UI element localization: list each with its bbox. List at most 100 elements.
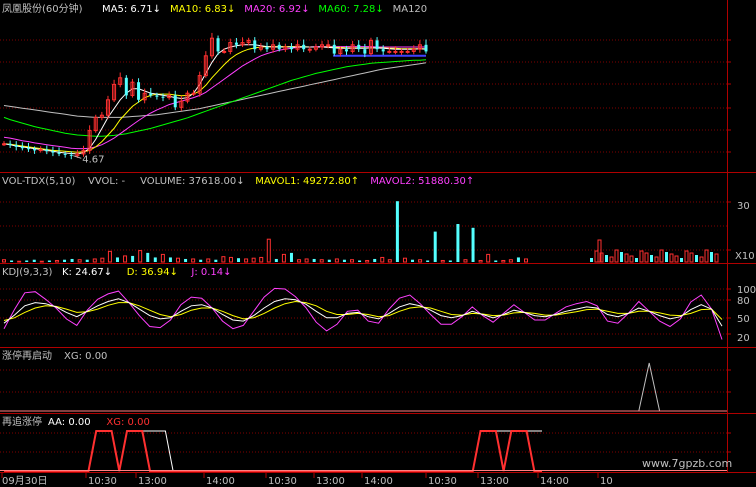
candle-body-up	[38, 149, 43, 152]
volume-bar-down	[131, 255, 135, 262]
x-axis-label: 13:00	[480, 476, 509, 487]
indicator-xg: XG: 0.00	[64, 351, 107, 362]
volume-bar-down	[146, 252, 150, 262]
volume-bar-down	[327, 259, 331, 262]
volume-bar-down	[274, 258, 278, 262]
candle-body-down	[161, 96, 165, 98]
candle-body-down	[234, 42, 238, 45]
candle-body-down	[375, 40, 379, 50]
volume-bar-down	[32, 259, 36, 262]
candle-body-up	[393, 50, 398, 53]
volume-bar-down	[373, 258, 377, 262]
indicator-ma5: MA5: 6.71↓	[102, 4, 161, 15]
indicator-volume: VOLUME: 37618.00↓	[140, 176, 245, 187]
volume-bar-down	[433, 231, 437, 262]
indicator-vvol: VVOL: -	[88, 176, 125, 187]
volume-bar-down	[426, 260, 430, 262]
volume-bar-down	[516, 257, 520, 262]
candle-body-down	[363, 49, 367, 54]
candle-body-down	[57, 152, 61, 154]
volume-panel-title: VOL-TDX(5,10)	[2, 176, 75, 187]
volume-bar-down	[237, 258, 241, 262]
volume-bar-down	[70, 258, 74, 262]
aa-panel-title: 再追涨停	[2, 415, 42, 428]
x-axis-label: 14:00	[540, 476, 569, 487]
candle-body-up	[326, 44, 331, 47]
indicator-ma20: MA20: 6.92↓	[244, 4, 309, 15]
x-axis-label: 14:00	[364, 476, 393, 487]
volume-bar-down	[448, 260, 452, 262]
volume-bar-down	[620, 252, 623, 262]
volume-bar-down	[289, 252, 293, 262]
kdj-tick-label: 20	[737, 333, 750, 344]
volume-bar-up	[39, 260, 44, 263]
volume-tick-label: X10	[735, 251, 755, 262]
candle-body-down	[33, 149, 37, 151]
volume-bar-down	[115, 257, 119, 262]
indicator-mavol1: MAVOL1: 49272.80↑	[255, 176, 359, 187]
volume-bar-down	[395, 201, 399, 262]
volume-bar-down	[184, 258, 188, 262]
candle-body-down	[137, 82, 141, 100]
volume-bar-down	[680, 258, 683, 262]
candle-body-down	[357, 44, 361, 50]
candle-body-down	[277, 44, 281, 50]
candle-body-down	[344, 49, 348, 52]
candle-body-down	[302, 44, 306, 50]
candle-body-down	[149, 93, 153, 96]
volume-bar-down	[85, 259, 89, 262]
kdj-tick-label: 80	[737, 296, 750, 307]
volume-bar-down	[456, 224, 460, 262]
kdj-tick-label: 50	[737, 314, 750, 325]
volume-bar-down	[168, 257, 172, 262]
volume-bar-down	[650, 255, 653, 262]
volume-bar-down	[199, 259, 203, 262]
candle-body-down	[63, 153, 67, 155]
candle-body-down	[69, 154, 73, 156]
candle-body-down	[289, 47, 293, 50]
indicator-kdj-j: J: 0.14↓	[190, 267, 231, 278]
volume-bar-down	[47, 260, 51, 262]
volume-bar-down	[605, 255, 608, 262]
indicator-kdj-d: D: 36.94↓	[127, 267, 178, 278]
indicator-aa-aa: AA: 0.00	[48, 417, 91, 428]
volume-bar-down	[695, 255, 698, 262]
kdj-panel-title: KDJ(9,3,3)	[2, 267, 53, 278]
volume-bar-down	[590, 258, 593, 262]
candle-body-up	[222, 50, 227, 53]
price-panel-title: 凤凰股份(60分钟)	[2, 2, 83, 15]
low-marker-value: 4.67	[82, 154, 104, 165]
candle-body-down	[51, 151, 55, 153]
candle-body-down	[8, 143, 12, 146]
volume-bar-down	[635, 258, 638, 262]
candle-body-up	[399, 50, 404, 53]
volume-bar-down	[411, 259, 415, 262]
x-axis-label: 10:30	[428, 476, 457, 487]
candle-body-down	[14, 145, 18, 147]
volume-bar-up	[17, 260, 22, 263]
candle-body-down	[20, 146, 24, 149]
indicator-mavol2: MAVOL2: 51880.30↑	[370, 176, 474, 187]
x-axis-label: 10	[600, 476, 613, 487]
candle-body-up	[191, 92, 196, 95]
indicator-aa-xg: XG: 0.00	[106, 417, 149, 428]
x-axis-label: 09月30日	[2, 475, 47, 487]
volume-bar-down	[153, 257, 157, 262]
indicator-ma10: MA10: 6.83↓	[170, 4, 235, 15]
x-axis-label: 10:30	[268, 476, 297, 487]
candle-body-down	[265, 47, 269, 50]
volume-bar-down	[214, 259, 218, 262]
x-axis-label: 14:00	[206, 476, 235, 487]
candle-body-up	[405, 50, 410, 53]
indicator-ma60: MA60: 7.28↓	[318, 4, 383, 15]
volume-bar-down	[342, 259, 346, 262]
stock-chart-window: 4.67 凤凰股份(60分钟) MA5: 6.71↓ MA10: 6.83↓ MA20:…	[0, 0, 756, 487]
volume-bar-down	[25, 260, 29, 262]
indicator-ma120: MA120	[393, 4, 428, 15]
volume-bar-down	[494, 260, 498, 262]
volume-bar-down	[312, 258, 316, 262]
x-axis-label: 13:00	[316, 476, 345, 487]
volume-bar-down	[10, 260, 14, 262]
x-axis-label: 13:00	[138, 476, 167, 487]
candle-body-down	[173, 95, 177, 108]
